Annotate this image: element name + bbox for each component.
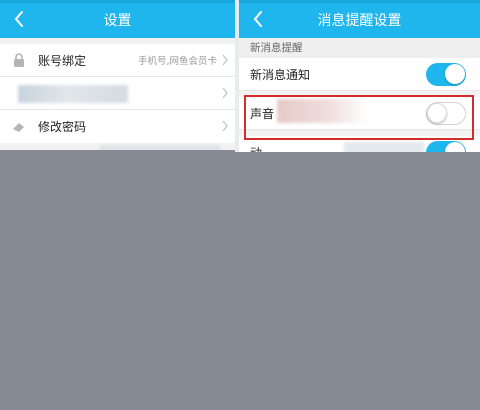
section-title: 新消息提醒 — [239, 38, 480, 58]
toggle-knob — [445, 64, 465, 84]
account-binding-label: 账号绑定 — [38, 53, 87, 68]
chevron-right-icon — [222, 87, 228, 99]
chevron-right-icon — [222, 120, 228, 132]
new-message-notify-label: 新消息通知 — [250, 67, 311, 82]
change-password-row[interactable]: 修改密码 — [0, 110, 235, 143]
toggle-knob — [427, 103, 447, 123]
page-title: 设置 — [103, 13, 132, 29]
new-message-notify-row: 新消息通知 — [239, 58, 480, 91]
sound-label: 声音 — [250, 106, 275, 121]
blurred-row[interactable] — [0, 77, 235, 110]
blurred-content — [277, 99, 367, 123]
settings-header: 设置 — [0, 0, 235, 38]
notification-header: 消息提醒设置 — [239, 0, 480, 38]
vibrate-row: 动 — [239, 136, 480, 152]
screenshot-stage: 设置 账号绑定 手机号,网鱼会员卡 修改密码 消息提醒设置 新消息提醒 新消息通… — [0, 0, 480, 410]
account-binding-row[interactable]: 账号绑定 手机号,网鱼会员卡 — [0, 44, 235, 77]
status-bar — [239, 0, 480, 3]
change-password-label: 修改密码 — [38, 120, 87, 134]
new-message-notify-toggle[interactable] — [426, 63, 466, 86]
eraser-icon — [12, 120, 26, 134]
vibrate-toggle[interactable] — [426, 141, 466, 152]
status-bar — [0, 0, 235, 3]
blurred-area — [100, 145, 220, 150]
lock-icon — [12, 53, 26, 67]
chevron-right-icon — [222, 54, 228, 66]
settings-group: 账号绑定 手机号,网鱼会员卡 修改密码 — [0, 44, 235, 143]
notification-settings-screen: 消息提醒设置 新消息提醒 新消息通知 声音 动 — [239, 0, 480, 152]
blurred-content — [344, 142, 424, 152]
sound-row: 声音 — [239, 97, 480, 130]
account-binding-hint: 手机号,网鱼会员卡 — [137, 56, 217, 67]
page-title: 消息提醒设置 — [317, 13, 402, 29]
toggle-knob — [445, 142, 465, 152]
settings-screen: 设置 账号绑定 手机号,网鱼会员卡 修改密码 — [0, 0, 235, 150]
sound-toggle[interactable] — [426, 102, 466, 125]
blurred-content — [18, 85, 128, 103]
vibrate-label: 动 — [250, 144, 262, 152]
